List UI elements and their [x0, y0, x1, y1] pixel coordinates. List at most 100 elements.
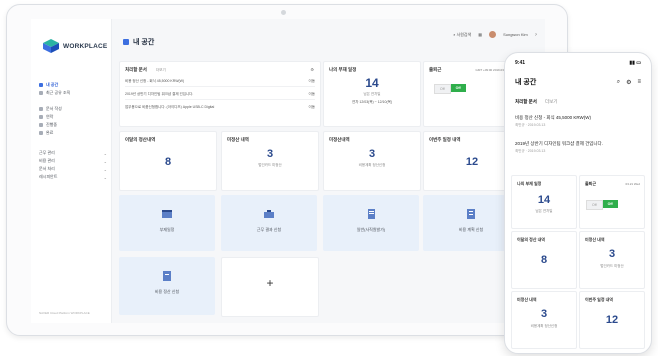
- phone-stat-card-monthly[interactable]: 이달의 정산 내역 8: [511, 231, 577, 289]
- tab-more[interactable]: 더보기: [545, 99, 557, 105]
- sidebar-item-label: 완료: [46, 130, 54, 135]
- list-item-meta: 이동: [308, 105, 315, 109]
- tile-absence-schedule[interactable]: 부재일정: [119, 195, 215, 251]
- phone-header: 내 공간 ⌕ ⚙ ≡: [515, 77, 641, 87]
- attendance-toggle[interactable]: Off Off: [434, 84, 466, 94]
- chevron-down-icon: ⌄: [103, 174, 107, 180]
- stat-card-monthly[interactable]: 이달의 정산내역 8: [119, 131, 217, 191]
- sidebar-item-recent-org[interactable]: 최근 공유 조직: [39, 89, 107, 97]
- sidebar-group-etc[interactable]: 레시피안트 ⌄: [39, 173, 107, 181]
- sidebar-item-write[interactable]: 문서 작성: [39, 105, 107, 113]
- stat-card-unsettled[interactable]: 미정산 내역 3 법인카드 미정산: [221, 131, 319, 191]
- sidebar-group-docs[interactable]: 문서 처리 ⌄: [39, 165, 107, 173]
- stat-card-unsettled-2[interactable]: 미정산내역 3 비용계획 정산신청: [323, 131, 421, 191]
- tablet-screen: WORKPLACE 내 공간 최근 공유 조직 문서 작성 연락 진행중 완료 …: [31, 19, 545, 323]
- apps-icon[interactable]: ▦: [478, 32, 482, 37]
- sidebar-item-contact[interactable]: 연락: [39, 113, 107, 121]
- user-name[interactable]: Sungwon Kim: [503, 32, 528, 37]
- card-value: 12: [605, 314, 619, 326]
- card-title: 미정산내역: [329, 137, 350, 142]
- chevron-down-icon: ⌄: [103, 158, 107, 164]
- card-value: 3: [266, 148, 274, 160]
- plus-icon: +: [266, 276, 274, 290]
- sidebar-footer: NAVER Cloud Platform WORKPLACE: [39, 311, 90, 315]
- phone-stat-card-schedule[interactable]: 이번주 일정 내역 12: [579, 291, 645, 349]
- menu-icon[interactable]: ≡: [637, 79, 641, 86]
- tile-label: 일반(사직원발가): [356, 227, 386, 232]
- avatar[interactable]: [489, 31, 497, 38]
- add-tile-button[interactable]: +: [221, 257, 319, 317]
- home-icon: [123, 39, 129, 45]
- sidebar-group-label: 근무 관리: [39, 150, 55, 155]
- list-item-meta: 최민규 · 2019.03.13: [515, 123, 546, 127]
- toggle-on[interactable]: Off: [602, 200, 618, 208]
- toggle-off[interactable]: Off: [586, 200, 603, 210]
- card-title: 미정산 내역: [517, 297, 537, 302]
- card-title: 나의 부재 일정: [517, 181, 542, 186]
- logo[interactable]: WORKPLACE: [43, 39, 107, 53]
- signal-battery-icon: ▮▮ ▭: [629, 60, 641, 66]
- settings-icon[interactable]: ⚙: [310, 67, 314, 72]
- card-title: 처리할 문서: [125, 67, 147, 72]
- card-title: 이달의 정산 내역: [517, 237, 545, 242]
- list-item[interactable]: 2019년 상반기 디자인팀 워크샵 결제 건입니다. 이동: [125, 89, 315, 100]
- list-item[interactable]: 비용 정산 신청 - 회식 45,5000 KRW(W) 최민규 · 2019.…: [515, 115, 641, 128]
- sidebar-item-label: 최근 공유 조직: [46, 90, 71, 95]
- card-value: 8: [164, 156, 172, 168]
- sidebar-item-label: 문서 작성: [46, 106, 62, 111]
- list-item-meta: 이동: [308, 79, 315, 83]
- tile-label: 부재일정: [159, 227, 175, 232]
- sidebar-item-my-space[interactable]: 내 공간: [39, 81, 107, 89]
- list-item-meta: 이동: [308, 92, 315, 96]
- tablet-frame: WORKPLACE 내 공간 최근 공유 조직 문서 작성 연락 진행중 완료 …: [6, 4, 568, 336]
- phone-status-bar: 9:41 ▮▮ ▭: [515, 60, 641, 66]
- phone-time: 9:41: [515, 60, 526, 66]
- check-icon: [39, 131, 43, 135]
- toggle-off[interactable]: Off: [434, 84, 451, 94]
- sidebar-nav: 내 공간 최근 공유 조직 문서 작성 연락 진행중 완료 근무 관리 ⌄ 비용 …: [39, 81, 107, 181]
- phone-vacation-card[interactable]: 나의 부재 일정 14 남은 연차일: [511, 175, 577, 229]
- tile-work-result[interactable]: 근무 결과 신청: [221, 195, 317, 251]
- list-item[interactable]: 2019년 상반기 디자인팀 워크샵 결제 건입니다. 최민규 · 2019.0…: [515, 141, 641, 154]
- org-icon: [39, 91, 43, 95]
- sidebar: WORKPLACE 내 공간 최근 공유 조직 문서 작성 연락 진행중 완료 …: [31, 19, 112, 323]
- card-title: 이번주 일정 내역: [429, 137, 461, 142]
- vacation-card[interactable]: 나의 부재 일정 14 남은 연차일 연차 12/03(목) ~ 12/10(목…: [323, 61, 421, 127]
- card-value: 3: [608, 248, 616, 260]
- logo-text: WORKPLACE: [63, 42, 108, 50]
- sidebar-item-done[interactable]: 완료: [39, 129, 107, 137]
- sidebar-group-work[interactable]: 근무 관리 ⌄: [39, 149, 107, 157]
- list-item-text: 업무용으로 비품신청합니다. (아이디즈) Apple USB-C Digita…: [125, 105, 215, 109]
- card-title: 나의 부재 일정: [329, 67, 357, 72]
- list-item[interactable]: 업무용으로 비품신청합니다. (아이디즈) Apple USB-C Digita…: [125, 102, 315, 112]
- phone-stat-card-unsettled[interactable]: 미정산 내역 3 법인카드 미정산: [579, 231, 645, 289]
- tile-general[interactable]: 일반(사직원발가): [323, 195, 419, 251]
- tab-more[interactable]: 더보기: [156, 68, 166, 73]
- logo-icon: [43, 39, 59, 53]
- vacation-days-label: 남은 연차일: [363, 92, 381, 96]
- sidebar-item-in-progress[interactable]: 진행중: [39, 121, 107, 129]
- phone-stat-card-unsettled-2[interactable]: 미정산 내역 3 비용계획 정산신청: [511, 291, 577, 349]
- help-icon[interactable]: ?: [535, 32, 537, 37]
- sidebar-item-label: 내 공간: [46, 82, 59, 87]
- phone-tabs: 처리할 문서 더보기: [515, 99, 557, 105]
- topbar: 내 공간 ⌕ 사원검색 ▦ Sungwon Kim ?: [111, 19, 545, 55]
- card-title: 이번주 일정 내역: [585, 297, 613, 302]
- sidebar-group-cost[interactable]: 비용 관리 ⌄: [39, 157, 107, 165]
- attendance-toggle[interactable]: Off Off: [586, 200, 618, 210]
- phone-header-actions: ⌕ ⚙ ≡: [617, 79, 641, 86]
- gear-icon[interactable]: ⚙: [626, 79, 631, 86]
- tile-cost-settle[interactable]: 비용 정산 신청: [119, 257, 215, 315]
- search-icon[interactable]: ⌕: [617, 79, 620, 86]
- calendar-icon: [162, 210, 172, 218]
- toggle-on[interactable]: Off: [450, 84, 466, 92]
- card-value: 8: [540, 254, 548, 266]
- sidebar-item-label: 진행중: [46, 122, 58, 127]
- card-sub: 법인카드 미정산: [600, 264, 624, 268]
- search-input[interactable]: ⌕ 사원검색: [453, 32, 471, 38]
- tab-pending-docs[interactable]: 처리할 문서: [515, 99, 537, 105]
- list-item[interactable]: 비용 정산 신청 - 회식 45,5000 KRW(W) 이동: [125, 76, 315, 87]
- document-icon: [368, 209, 375, 219]
- tile-label: 비용 정산 신청: [154, 289, 180, 294]
- vacation-days-value: 14: [537, 194, 551, 206]
